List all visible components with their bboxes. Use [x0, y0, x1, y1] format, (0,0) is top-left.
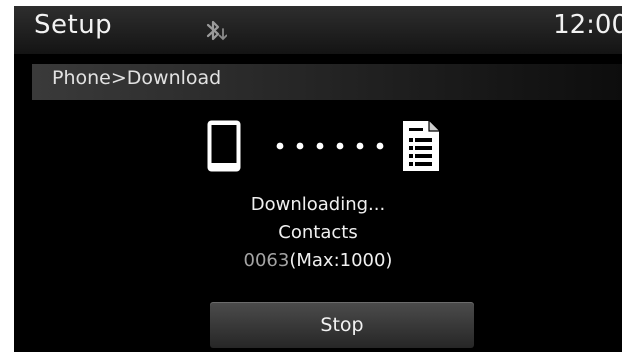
progress-dot — [336, 142, 344, 150]
clock: 12:00 — [553, 10, 622, 40]
contacts-document-icon — [403, 121, 439, 171]
stop-button-label: Stop — [320, 314, 364, 336]
progress-dot — [296, 142, 304, 150]
breadcrumb: Phone>Download — [52, 67, 222, 89]
phone-icon — [207, 120, 241, 172]
progress-dot — [276, 142, 284, 150]
breadcrumb-bar: Phone>Download — [32, 64, 622, 100]
bluetooth-download-icon — [206, 20, 227, 41]
progress-dot — [356, 142, 364, 150]
progress-dot — [316, 142, 324, 150]
status-bar: Setup 12:00 — [14, 6, 622, 54]
stop-button[interactable]: Stop — [210, 302, 474, 348]
downloaded-count: 0063 — [243, 250, 290, 271]
download-screen: Setup 12:00 Phone>Download Downloading..… — [14, 6, 622, 352]
download-category-text: Contacts — [278, 222, 358, 243]
max-count: (Max:1000) — [289, 250, 393, 271]
transfer-progress-dots — [276, 142, 384, 150]
progress-dot — [376, 142, 384, 150]
downloading-status-text: Downloading... — [250, 194, 386, 215]
screen-title: Setup — [34, 10, 113, 40]
download-count-line: 0063(Max:1000) — [14, 250, 622, 271]
